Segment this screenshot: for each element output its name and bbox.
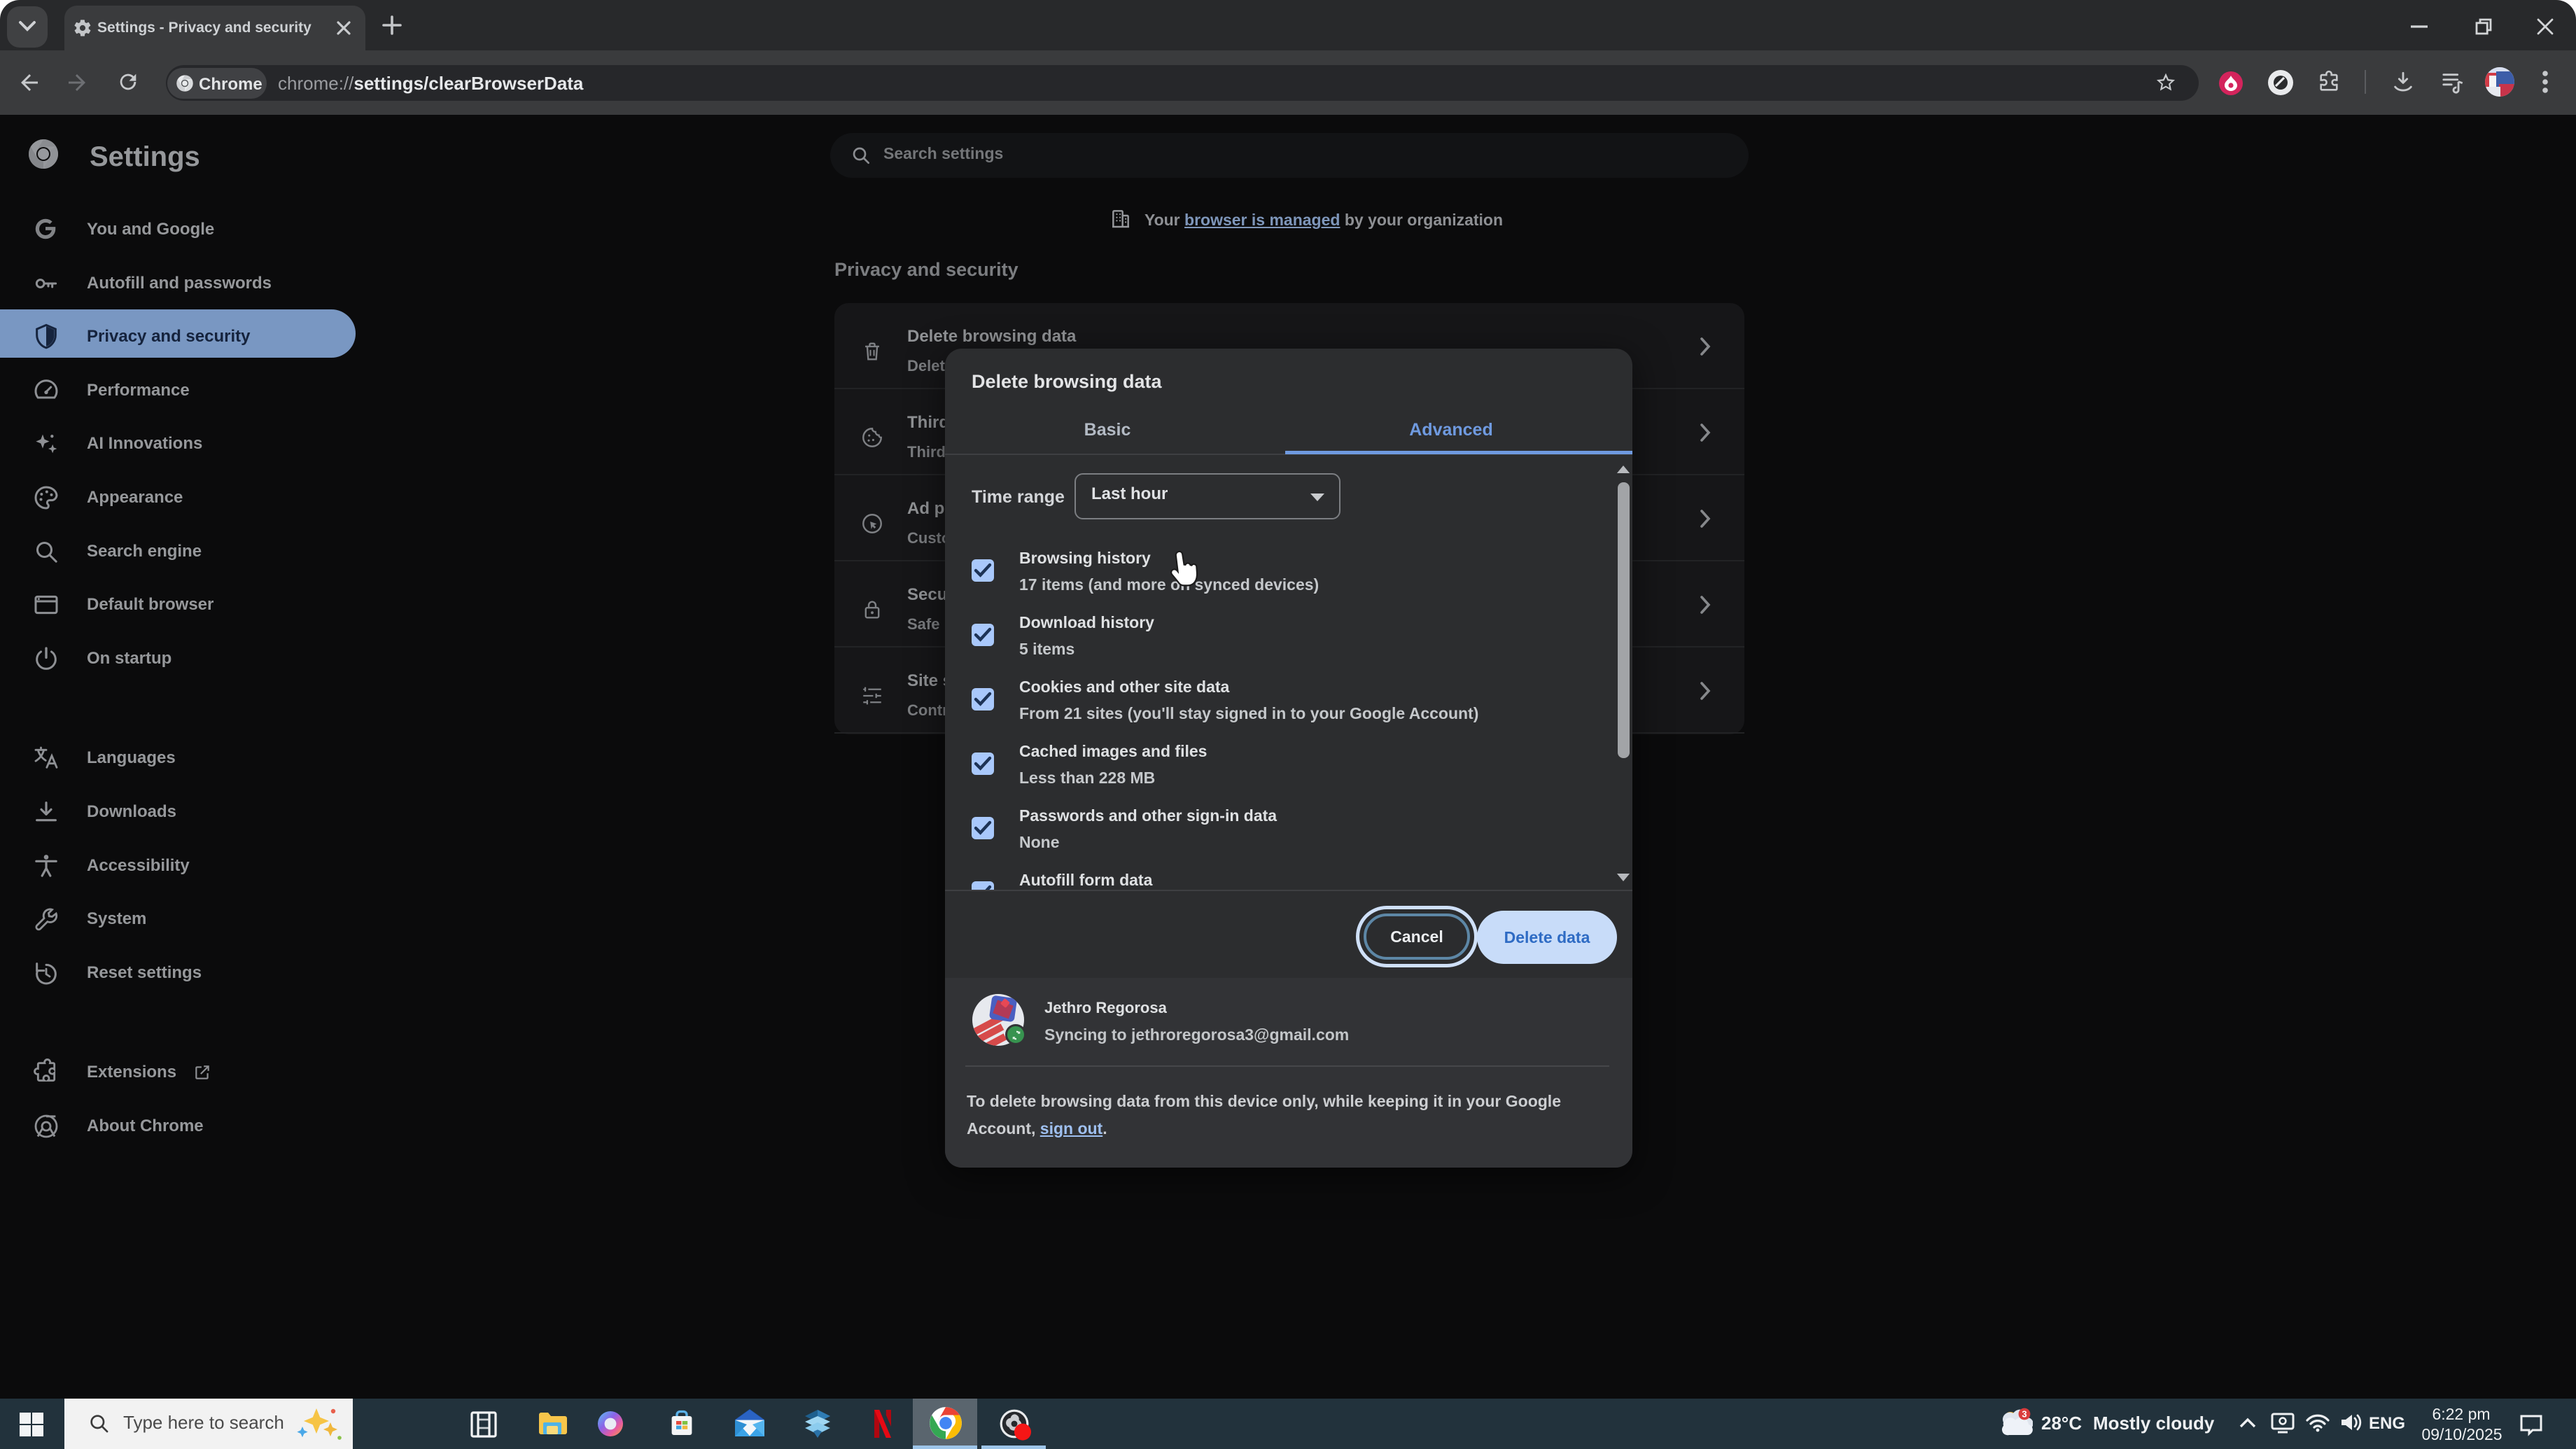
svg-text:3: 3 bbox=[2022, 1409, 2026, 1420]
